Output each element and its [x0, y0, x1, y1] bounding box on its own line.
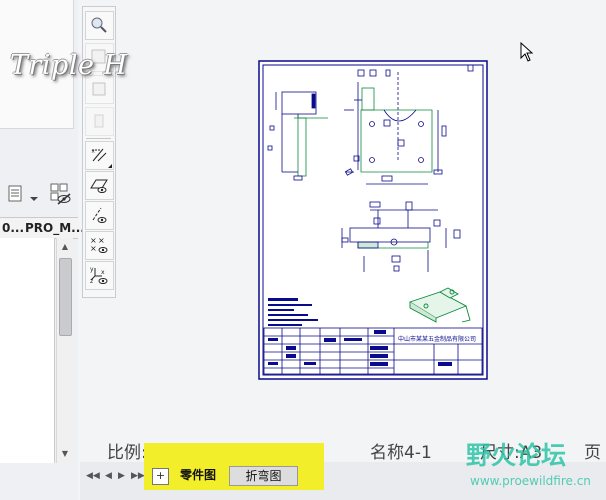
drawing-sheet[interactable]: 中山市某某五金制品有限公司 — [258, 60, 488, 380]
drawing-canvas[interactable]: 中山市某某五金制品有限公司 — [116, 0, 606, 462]
datum-point-display-icon[interactable]: × × × — [85, 231, 114, 260]
sheet-icon[interactable] — [85, 107, 114, 136]
tab-bend-drawing[interactable]: 折弯图 — [229, 466, 298, 486]
svg-text:×: × — [98, 236, 105, 245]
tab-part-drawing[interactable]: 零件图 — [172, 466, 224, 484]
prev-sheet-icon[interactable]: ◀ — [105, 471, 112, 481]
vertical-scrollbar[interactable]: ▲ ▼ — [56, 238, 73, 463]
mouse-cursor-icon — [520, 42, 534, 62]
add-sheet-button[interactable]: + — [152, 468, 169, 485]
datum-plane-display-icon[interactable] — [85, 171, 114, 200]
chevron-down-icon[interactable] — [29, 189, 39, 201]
svg-text:×: × — [91, 149, 95, 155]
page-label: 页 — [584, 443, 601, 463]
svg-text:x: x — [101, 269, 105, 276]
next-sheet-icon[interactable]: ▶ — [118, 471, 125, 481]
forum-watermark-title: 野火论坛 — [466, 441, 567, 470]
csys-display-icon[interactable]: yz x — [85, 261, 114, 290]
tree-list[interactable] — [0, 238, 55, 463]
first-sheet-icon[interactable]: ◀◀ — [86, 471, 100, 481]
name-label: 名称4-1 — [370, 443, 432, 463]
triple-h-logo: Triple H — [10, 50, 128, 81]
datum-plane-icon[interactable]: × — [85, 141, 114, 170]
scroll-thumb[interactable] — [59, 258, 72, 336]
svg-text:z: z — [90, 278, 93, 285]
datum-axis-display-icon[interactable] — [85, 201, 114, 230]
tree-settings-icon[interactable] — [6, 184, 26, 204]
scroll-down-arrow[interactable]: ▼ — [57, 446, 73, 462]
zoom-icon[interactable] — [85, 11, 114, 40]
svg-text:y: y — [90, 266, 94, 273]
title-block-company: 中山市某某五金制品有限公司 — [398, 335, 476, 343]
flyout-indicator — [108, 164, 112, 168]
column-header[interactable]: 0... — [2, 221, 24, 235]
tree-column-headers: 0... PRO_M... — [0, 217, 85, 239]
toolbar-separator — [86, 138, 111, 139]
tree-toolbar — [0, 178, 78, 212]
forum-watermark-url: www.proewildfire.cn — [470, 474, 591, 488]
svg-text:×: × — [90, 244, 97, 253]
column-header[interactable]: PRO_M... — [25, 221, 85, 235]
last-sheet-icon[interactable]: ▶▶ — [131, 471, 145, 481]
show-hide-icon[interactable] — [48, 182, 72, 206]
scroll-up-arrow[interactable]: ▲ — [57, 239, 73, 255]
